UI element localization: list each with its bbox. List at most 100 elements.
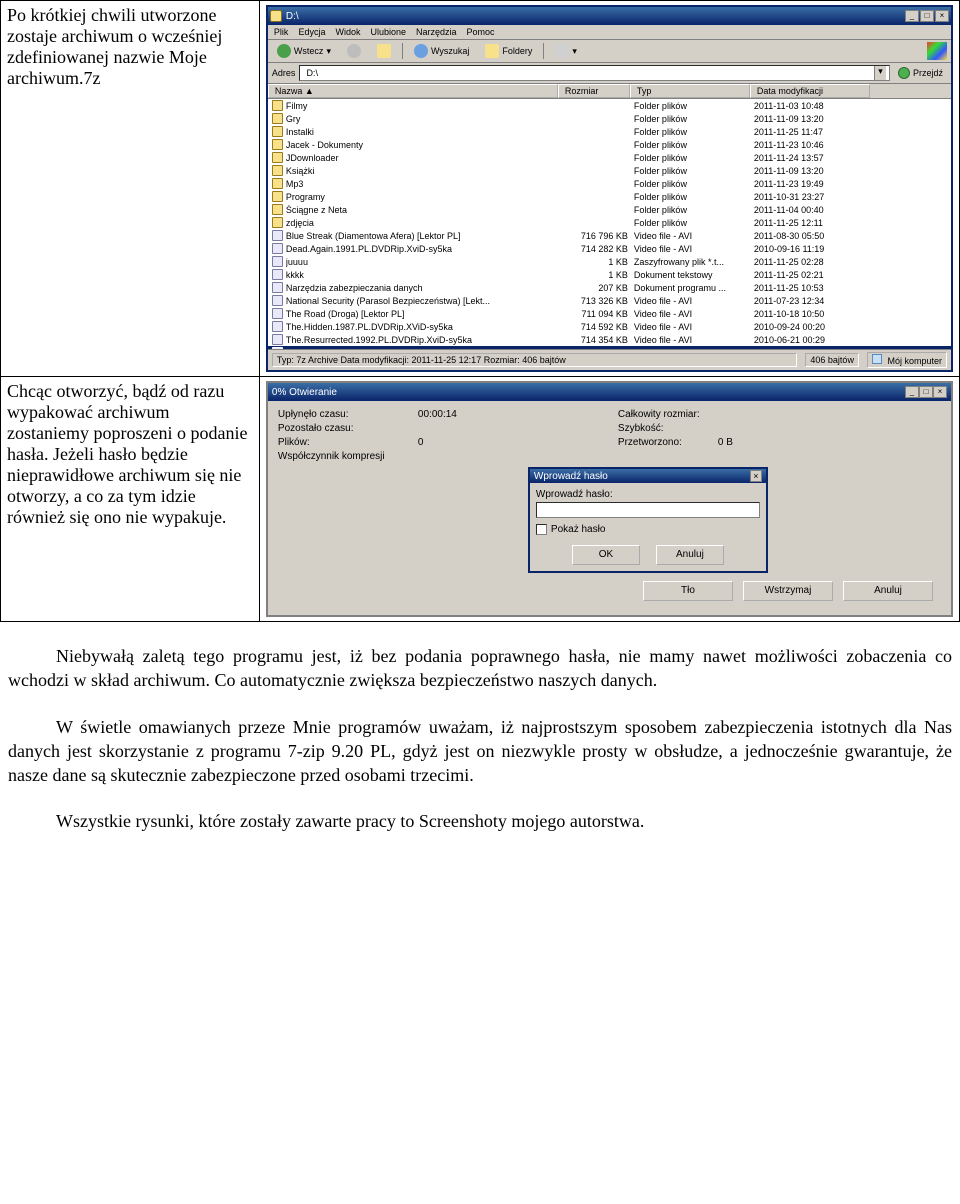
file-type: Video file - AVI (634, 335, 754, 345)
header-name[interactable]: Nazwa ▲ (268, 84, 558, 98)
maximize-button[interactable]: □ (920, 10, 934, 22)
list-item[interactable]: juuuu1 KBZaszyfrowany plik *.t...2011-11… (268, 255, 951, 268)
address-bar: Adres D:\ ▾ Przejdź (268, 63, 951, 84)
views-button[interactable]: ▾ (550, 42, 582, 60)
folder-icon (272, 152, 283, 163)
header-type[interactable]: Typ (630, 84, 750, 98)
password-close-button[interactable]: × (750, 470, 762, 482)
go-label: Przejdź (913, 68, 943, 78)
file-list[interactable]: FilmyFolder plików2011-11-03 10:48GryFol… (268, 99, 951, 349)
list-item[interactable]: zdjęciaFolder plików2011-11-25 12:11 (268, 216, 951, 229)
go-arrow-icon (898, 67, 910, 79)
file-icon (272, 243, 283, 254)
menu-help[interactable]: Pomoc (467, 27, 495, 37)
file-icon (272, 334, 283, 345)
list-item[interactable]: kkkk1 KBDokument tekstowy2011-11-25 02:2… (268, 268, 951, 281)
paragraph-2: W świetle omawianych przeze Mnie program… (0, 715, 960, 788)
background-button[interactable]: Tło (643, 581, 733, 601)
close-button[interactable]: × (935, 10, 949, 22)
back-label: Wstecz (294, 46, 324, 56)
file-date: 2010-06-21 00:29 (754, 335, 874, 345)
file-date: 2011-10-18 10:50 (754, 309, 874, 319)
extract-cancel-button[interactable]: Anuluj (843, 581, 933, 601)
paragraph-1: Niebywałą zaletą tego programu jest, iż … (0, 644, 960, 693)
back-button[interactable]: Wstecz ▾ (272, 42, 336, 60)
column-headers: Nazwa ▲ Rozmiar Typ Data modyfikacji (268, 84, 951, 99)
list-item[interactable]: ProgramyFolder plików2011-10-31 23:27 (268, 190, 951, 203)
up-button[interactable] (372, 42, 396, 60)
go-button[interactable]: Przejdź (894, 67, 947, 79)
status-mid: 406 bajtów (805, 353, 859, 367)
computer-icon (872, 354, 882, 364)
address-input[interactable]: D:\ ▾ (299, 65, 890, 81)
list-item[interactable]: JDownloaderFolder plików2011-11-24 13:57 (268, 151, 951, 164)
file-size: 714 354 KB (562, 335, 634, 345)
menu-view[interactable]: Widok (335, 27, 360, 37)
search-button[interactable]: Wyszukaj (409, 42, 474, 60)
menu-edit[interactable]: Edycja (298, 27, 325, 37)
desc-cell-2: Chcąc otworzyć, bądź od razu wypakować a… (1, 377, 260, 622)
ok-button[interactable]: OK (572, 545, 640, 565)
speed-label: Szybkość: (618, 423, 718, 434)
layout-table: Po krótkiej chwili utworzone zostaje arc… (0, 0, 960, 622)
address-label: Adres (272, 68, 296, 78)
file-name: Blue Streak (Diamentowa Afera) [Lektor P… (286, 231, 562, 241)
address-dropdown-icon[interactable]: ▾ (874, 66, 886, 80)
list-item[interactable]: National Security (Parasol Bezpieczeństw… (268, 294, 951, 307)
header-size[interactable]: Rozmiar (558, 84, 630, 98)
elapsed-label: Upłynęło czasu: (278, 409, 418, 420)
list-item[interactable]: KsiążkiFolder plików2011-11-09 13:20 (268, 164, 951, 177)
dlg-maximize-button[interactable]: □ (919, 386, 933, 398)
file-icon (272, 269, 283, 280)
paragraph-2-text: W świetle omawianych przeze Mnie program… (8, 717, 952, 786)
file-size: 714 282 KB (562, 244, 634, 254)
list-item[interactable]: The.Hidden.1987.PL.DVDRip.XViD-sy5ka714 … (268, 320, 951, 333)
password-label: Wprowadź hasło: (536, 489, 760, 500)
file-date: 2011-11-25 02:21 (754, 270, 874, 280)
pause-button[interactable]: Wstrzymaj (743, 581, 833, 601)
password-dialog-titlebar[interactable]: Wprowadź hasło × (530, 469, 766, 483)
list-item[interactable]: Moje archiwum1 KB7z Archive2011-11-25 12… (268, 346, 951, 349)
menu-tools[interactable]: Narzędzia (416, 27, 457, 37)
file-size: 714 592 KB (562, 322, 634, 332)
windows-flag-icon (927, 42, 947, 60)
list-item[interactable]: The.Resurrected.1992.PL.DVDRip.XviD-sy5k… (268, 333, 951, 346)
file-type: Folder plików (634, 101, 754, 111)
explorer-titlebar[interactable]: D:\ _ □ × (268, 7, 951, 25)
minimize-button[interactable]: _ (905, 10, 919, 22)
list-item[interactable]: Mp3Folder plików2011-11-23 19:49 (268, 177, 951, 190)
file-name: juuuu (286, 257, 562, 267)
list-item[interactable]: Jacek - DokumentyFolder plików2011-11-23… (268, 138, 951, 151)
list-item[interactable]: Dead.Again.1991.PL.DVDRip.XviD-sy5ka714 … (268, 242, 951, 255)
folder-icon (272, 191, 283, 202)
dlg-minimize-button[interactable]: _ (905, 386, 919, 398)
toolbar-divider (402, 43, 403, 59)
password-input[interactable] (536, 502, 760, 518)
menu-file[interactable]: Plik (274, 27, 289, 37)
list-item[interactable]: GryFolder plików2011-11-09 13:20 (268, 112, 951, 125)
folder-icon (272, 165, 283, 176)
list-item[interactable]: The Road (Droga) [Lektor PL]711 094 KBVi… (268, 307, 951, 320)
list-item[interactable]: FilmyFolder plików2011-11-03 10:48 (268, 99, 951, 112)
header-date[interactable]: Data modyfikacji (750, 84, 870, 98)
list-item[interactable]: Ściągne z NetaFolder plików2011-11-04 00… (268, 203, 951, 216)
cancel-button[interactable]: Anuluj (656, 545, 724, 565)
list-item[interactable]: Blue Streak (Diamentowa Afera) [Lektor P… (268, 229, 951, 242)
menu-favorites[interactable]: Ulubione (370, 27, 406, 37)
show-password-checkbox[interactable]: Pokaż hasło (536, 524, 760, 535)
folder-icon (272, 217, 283, 228)
extract-dialog-titlebar[interactable]: 0% Otwieranie _ □ × (268, 383, 951, 401)
forward-arrow-icon (347, 44, 361, 58)
search-icon (414, 44, 428, 58)
password-dialog-body: Wprowadź hasło: Pokaż hasło OK Anuluj (530, 483, 766, 571)
dlg-close-button[interactable]: × (933, 386, 947, 398)
list-item[interactable]: InstalkiFolder plików2011-11-25 11:47 (268, 125, 951, 138)
forward-button[interactable] (342, 42, 366, 60)
file-type: Video file - AVI (634, 309, 754, 319)
file-icon (272, 321, 283, 332)
file-size: 711 094 KB (562, 309, 634, 319)
folders-label: Foldery (502, 46, 532, 56)
list-item[interactable]: Narzędzia zabezpieczania danych207 KBDok… (268, 281, 951, 294)
file-type: Folder plików (634, 179, 754, 189)
folders-button[interactable]: Foldery (480, 42, 537, 60)
